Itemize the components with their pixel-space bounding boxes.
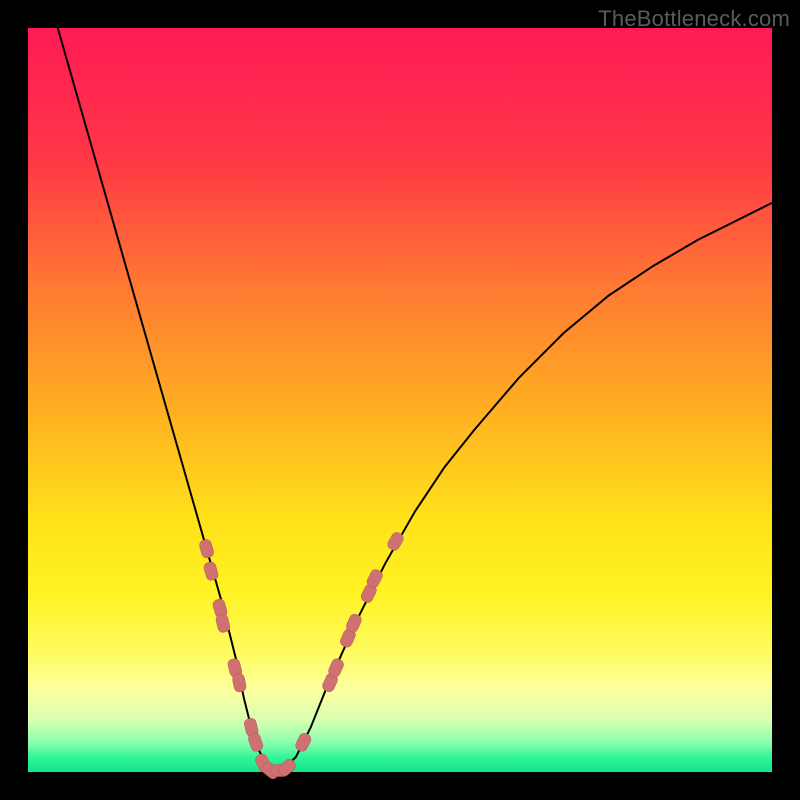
curve-marker	[215, 613, 231, 633]
chart-svg	[28, 28, 772, 772]
curve-marker	[294, 732, 313, 753]
outer-frame: TheBottleneck.com	[0, 0, 800, 800]
curve-marker	[198, 539, 214, 560]
marker-group	[198, 531, 405, 781]
bottleneck-curve	[58, 28, 772, 771]
watermark-text: TheBottleneck.com	[598, 6, 790, 32]
plot-area	[28, 28, 772, 772]
curve-marker	[232, 673, 247, 693]
curve-marker	[203, 561, 219, 582]
